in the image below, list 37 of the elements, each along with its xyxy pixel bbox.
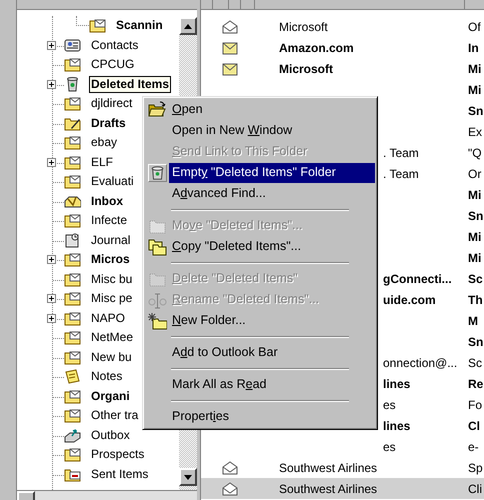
subject-text: e- [467, 438, 479, 456]
subject-text: Fo [467, 396, 482, 414]
sender-text: gConnecti... [383, 272, 452, 286]
subject-text: Sn [467, 334, 484, 350]
subject-text: Ex [467, 124, 482, 140]
subject-text: "Q [467, 144, 482, 162]
sender-text: es [383, 440, 396, 454]
subject-text: Sc [467, 270, 483, 288]
sender-text: Microsoft [279, 62, 333, 76]
subject-text: Sn [467, 102, 484, 120]
subject-text: In [467, 40, 479, 56]
sender-text: lines [383, 376, 410, 390]
sender-text: . Team [383, 146, 419, 160]
subject-text: Cli [467, 480, 482, 498]
subject-text: Th [467, 292, 483, 308]
sender-text: . Team [383, 166, 419, 180]
sender-text: Southwest Airlines [279, 460, 378, 474]
subject-text: Cl [467, 418, 480, 434]
subject-text: Mi [467, 82, 482, 98]
sender-text: Microsoft [279, 20, 328, 34]
subject-text: Or [467, 166, 482, 182]
subject-text: Mi [467, 186, 482, 204]
sender-text: onnection@... [383, 356, 458, 370]
sender-text: Amazon.com [279, 40, 354, 54]
subject-text: Of [467, 18, 481, 36]
sender-text: es [383, 398, 396, 412]
subject-text: Mi [467, 228, 482, 246]
subject-text: Re [467, 376, 484, 392]
subject-text: Sn [467, 208, 484, 224]
subject-text: Mi [467, 250, 482, 266]
subject-text: Mi [467, 60, 482, 78]
subject-text: Sp [467, 460, 483, 476]
sender-text: uide.com [383, 292, 436, 306]
sender-text: lines [383, 418, 410, 432]
subject-text: M [467, 312, 478, 330]
sender-text: Southwest Airlines [279, 482, 378, 496]
subject-text: Sc [467, 354, 482, 372]
